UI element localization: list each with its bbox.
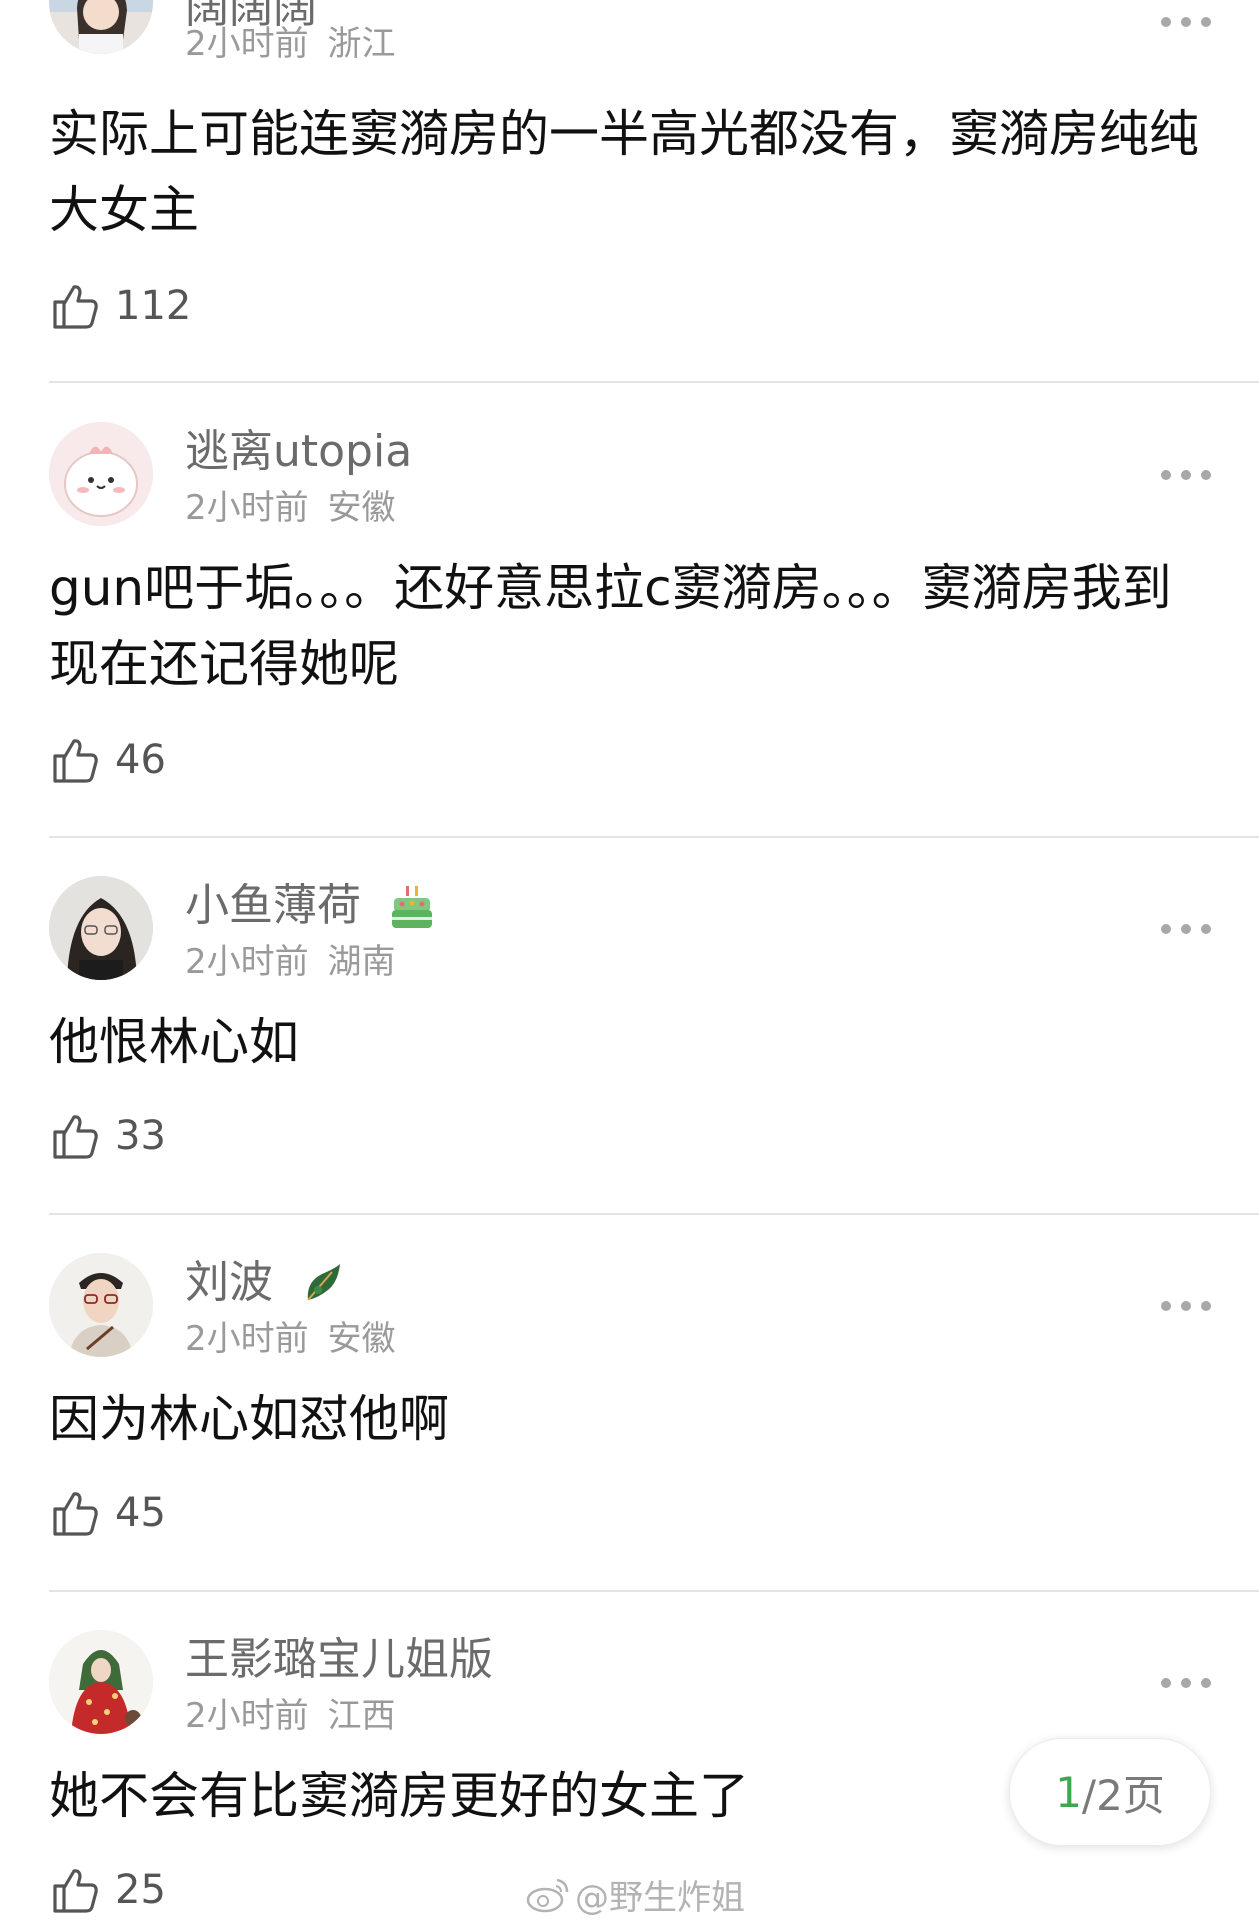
comment-text: 实际上可能连窦漪房的一半高光都没有，窦漪房纯纯大女主 bbox=[49, 105, 1199, 239]
divider bbox=[49, 1590, 1259, 1592]
username[interactable]: 王影璐宝儿姐版 bbox=[185, 1632, 493, 1688]
comment-location: 安徽 bbox=[327, 1319, 396, 1359]
like-count: 45 bbox=[115, 1490, 166, 1536]
comment-meta: 2小时前 江西 bbox=[185, 1694, 395, 1738]
comment-text: 她不会有比窦漪房更好的女主了 bbox=[49, 1767, 749, 1825]
thumbs-up-icon bbox=[53, 285, 98, 329]
birthday-cake-icon bbox=[392, 886, 432, 928]
like-count: 46 bbox=[115, 737, 166, 783]
like-count: 25 bbox=[115, 1867, 166, 1913]
more-options-icon[interactable] bbox=[1158, 919, 1214, 939]
comment-text: 因为林心如怼他啊 bbox=[49, 1390, 449, 1448]
comment-time: 2小时前 bbox=[185, 488, 309, 528]
avatar[interactable] bbox=[49, 1253, 153, 1357]
thumbs-up-icon bbox=[53, 1869, 98, 1913]
page-total: /2页 bbox=[1081, 1770, 1165, 1820]
green-leaf-badge-icon bbox=[307, 1264, 340, 1301]
divider bbox=[49, 1213, 1259, 1215]
comment-location: 安徽 bbox=[327, 488, 396, 528]
more-options-icon[interactable] bbox=[1158, 1296, 1214, 1316]
divider bbox=[49, 836, 1259, 838]
more-options-icon[interactable] bbox=[1158, 465, 1214, 485]
watermark-text: @野生炸姐 bbox=[575, 1877, 745, 1918]
watermark: @野生炸姐 bbox=[525, 1872, 745, 1918]
comment-location: 浙江 bbox=[327, 24, 396, 64]
comment-meta: 2小时前 安徽 bbox=[185, 486, 395, 530]
page-indicator-button[interactable]: 1 /2页 bbox=[1009, 1738, 1211, 1846]
avatar[interactable] bbox=[49, 876, 153, 980]
current-page: 1 bbox=[1055, 1767, 1082, 1817]
avatar[interactable] bbox=[49, 0, 153, 54]
more-options-icon[interactable] bbox=[1158, 12, 1214, 32]
thumbs-up-icon bbox=[53, 1115, 98, 1159]
like-button[interactable]: 45 bbox=[49, 1485, 166, 1541]
divider bbox=[49, 381, 1259, 383]
like-count: 33 bbox=[115, 1113, 166, 1159]
like-button[interactable]: 33 bbox=[49, 1108, 166, 1164]
comment-time: 2小时前 bbox=[185, 942, 309, 982]
like-button[interactable]: 112 bbox=[49, 278, 191, 334]
comment-time: 2小时前 bbox=[185, 1696, 309, 1736]
comment-text: gun吧于垢。。。还好意思拉c窦漪房。。。窦漪房我到现在还记得她呢 bbox=[49, 559, 1172, 693]
comment-time: 2小时前 bbox=[185, 1319, 309, 1359]
comment-meta: 2小时前 安徽 bbox=[185, 1317, 395, 1361]
like-button[interactable]: 46 bbox=[49, 732, 166, 788]
comment-meta: 2小时前 浙江 bbox=[185, 22, 395, 66]
weibo-logo-icon bbox=[526, 1878, 569, 1913]
username[interactable]: 小鱼薄荷 bbox=[185, 878, 361, 934]
comment-text: 他恨林心如 bbox=[49, 1013, 299, 1071]
avatar[interactable] bbox=[49, 1630, 153, 1734]
comment-location: 江西 bbox=[327, 1696, 396, 1736]
thumbs-up-icon bbox=[53, 739, 98, 783]
username[interactable]: 逃离utopia bbox=[185, 424, 412, 480]
username[interactable]: 刘波 bbox=[185, 1255, 273, 1311]
comment-meta: 2小时前 湖南 bbox=[185, 940, 395, 984]
comment-location: 湖南 bbox=[327, 942, 396, 982]
like-count: 112 bbox=[115, 283, 192, 329]
more-options-icon[interactable] bbox=[1158, 1673, 1214, 1693]
avatar[interactable] bbox=[49, 422, 153, 526]
thumbs-up-icon bbox=[53, 1492, 98, 1536]
like-button[interactable]: 25 bbox=[49, 1862, 166, 1918]
comment-time: 2小时前 bbox=[185, 24, 309, 64]
